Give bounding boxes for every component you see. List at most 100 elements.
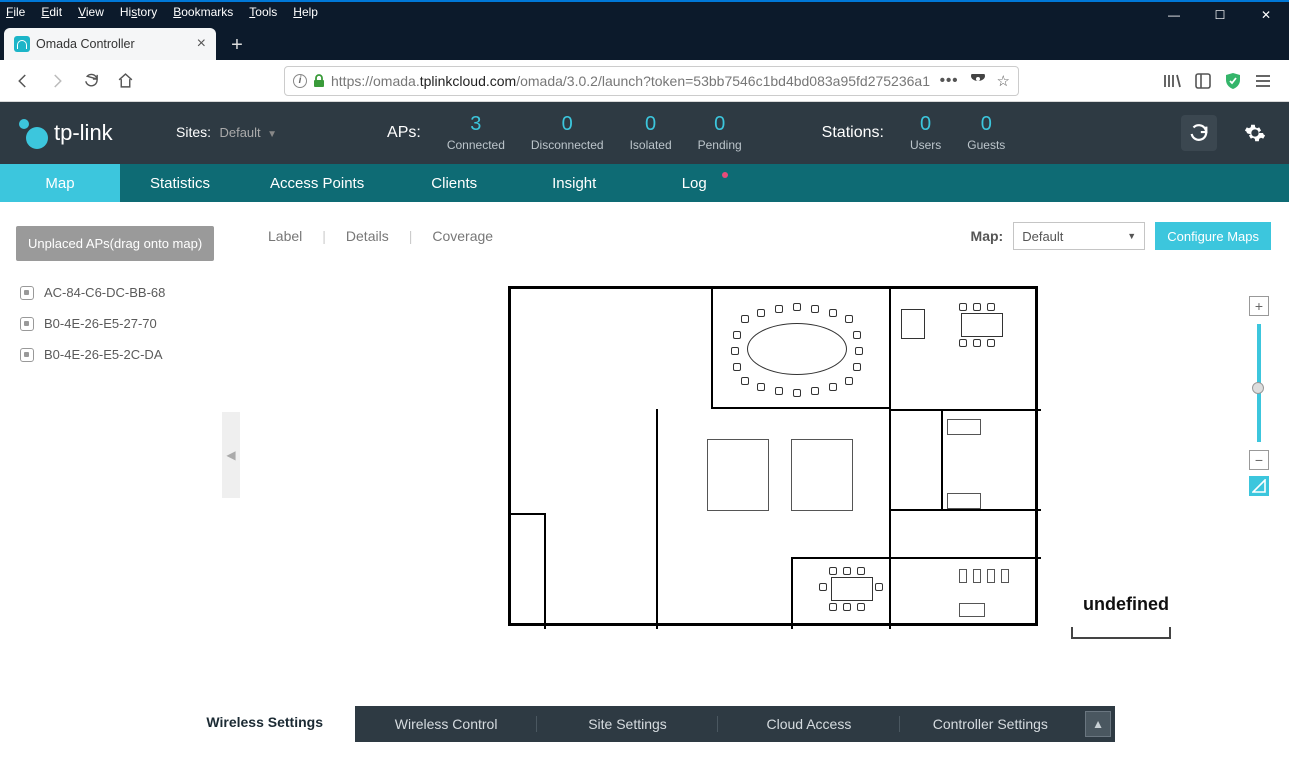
menu-tools[interactable]: Tools xyxy=(249,5,277,19)
menu-file[interactable]: File xyxy=(6,5,25,19)
footer-tab-wireless-control[interactable]: Wireless Control xyxy=(355,706,536,742)
nav-access-points[interactable]: Access Points xyxy=(240,164,394,202)
menu-edit[interactable]: Edit xyxy=(41,5,62,19)
ap-item[interactable]: B0-4E-26-E5-27-70 xyxy=(16,308,234,339)
zoom-in-button[interactable]: + xyxy=(1249,296,1269,316)
ap-item[interactable]: B0-4E-26-E5-2C-DA xyxy=(16,339,234,370)
map-main: Label | Details | Coverage Map: Default … xyxy=(250,202,1289,742)
sidebar-icon[interactable] xyxy=(1195,73,1211,89)
footer-expand-button[interactable]: ▲ xyxy=(1085,711,1111,737)
map-overlay-text: undefined xyxy=(1083,594,1169,615)
ap-icon xyxy=(20,348,34,362)
stat-guests[interactable]: 0Guests xyxy=(967,114,1005,152)
footer-tab-wireless-settings[interactable]: Wireless Settings xyxy=(174,702,355,742)
zoom-thumb[interactable] xyxy=(1252,382,1264,394)
menu-view[interactable]: View xyxy=(78,5,104,19)
map-select[interactable]: Default ▼ xyxy=(1013,222,1145,250)
scale-toggle[interactable] xyxy=(1249,476,1269,496)
nav-statistics[interactable]: Statistics xyxy=(120,164,240,202)
zoom-out-button[interactable]: − xyxy=(1249,450,1269,470)
ap-stats: APs: 3Connected 0Disconnected 0Isolated … xyxy=(387,114,742,152)
view-label[interactable]: Label xyxy=(268,228,302,244)
unplaced-aps-header: Unplaced APs(drag onto map) xyxy=(16,226,214,261)
floorplan[interactable]: undefined xyxy=(508,286,1038,626)
lock-icon xyxy=(313,74,325,88)
reader-icon[interactable] xyxy=(969,74,987,88)
ap-sidebar: Unplaced APs(drag onto map) AC-84-C6-DC-… xyxy=(0,202,250,742)
nav-insight[interactable]: Insight xyxy=(514,164,634,202)
stat-pending[interactable]: 0Pending xyxy=(698,114,742,152)
browser-menubar: File Edit View History Bookmarks Tools H… xyxy=(0,0,1289,22)
library-icon[interactable] xyxy=(1163,73,1181,89)
settings-button[interactable] xyxy=(1237,115,1273,151)
menu-icon[interactable] xyxy=(1255,74,1271,88)
ap-icon xyxy=(20,286,34,300)
main-nav: Map Statistics Access Points Clients Ins… xyxy=(0,164,1289,202)
close-icon[interactable]: × xyxy=(197,35,206,53)
bookmark-star-icon[interactable]: ☆ xyxy=(997,72,1010,90)
tab-title: Omada Controller xyxy=(36,37,191,51)
shield-icon[interactable] xyxy=(1225,72,1241,90)
browser-tabstrip: ― ☐ ✕ Omada Controller × + xyxy=(0,22,1289,60)
sidebar-collapse[interactable]: ◀ xyxy=(222,412,240,498)
tplink-icon xyxy=(16,117,48,149)
brand-text: tp-link xyxy=(54,120,113,146)
view-details[interactable]: Details xyxy=(346,228,389,244)
footer-tab-cloud-access[interactable]: Cloud Access xyxy=(718,706,899,742)
sites-value: Default xyxy=(219,125,260,140)
view-coverage[interactable]: Coverage xyxy=(432,228,493,244)
window-close[interactable]: ✕ xyxy=(1243,0,1289,30)
configure-maps-button[interactable]: Configure Maps xyxy=(1155,222,1271,250)
back-button[interactable] xyxy=(8,66,38,96)
zoom-controls: + − xyxy=(1247,296,1271,496)
aps-label: APs: xyxy=(387,124,421,142)
brand-logo: tp-link xyxy=(16,117,156,149)
zoom-slider[interactable] xyxy=(1257,324,1261,442)
stat-connected[interactable]: 3Connected xyxy=(447,114,505,152)
more-icon[interactable]: ••• xyxy=(940,72,959,89)
page-body: Unplaced APs(drag onto map) AC-84-C6-DC-… xyxy=(0,202,1289,742)
new-tab-button[interactable]: + xyxy=(222,30,252,60)
app-header: tp-link Sites: Default ▼ APs: 3Connected… xyxy=(0,102,1289,164)
ap-item[interactable]: AC-84-C6-DC-BB-68 xyxy=(16,277,234,308)
map-toolbar: Label | Details | Coverage Map: Default … xyxy=(268,222,1271,250)
nav-log[interactable]: Log xyxy=(634,164,754,202)
forward-button[interactable] xyxy=(42,66,72,96)
url-input[interactable]: i https://omada.tplinkcloud.com/omada/3.… xyxy=(284,66,1019,96)
stations-label: Stations: xyxy=(822,124,884,142)
url-text: https://omada.tplinkcloud.com/omada/3.0.… xyxy=(331,73,934,89)
chevron-down-icon: ▼ xyxy=(267,129,277,140)
footer-tab-site-settings[interactable]: Site Settings xyxy=(537,706,718,742)
home-button[interactable] xyxy=(110,66,140,96)
sites-selector[interactable]: Sites: Default ▼ xyxy=(176,124,277,142)
window-minimize[interactable]: ― xyxy=(1151,0,1197,30)
chevron-down-icon: ▼ xyxy=(1127,231,1136,241)
menu-history[interactable]: History xyxy=(120,5,157,19)
nav-clients[interactable]: Clients xyxy=(394,164,514,202)
browser-tab[interactable]: Omada Controller × xyxy=(4,28,216,60)
menu-bookmarks[interactable]: Bookmarks xyxy=(173,5,233,19)
footer-tabs: Wireless Settings Wireless Control Site … xyxy=(174,706,1115,742)
window-controls: ― ☐ ✕ xyxy=(1151,0,1289,30)
footer-tab-controller-settings[interactable]: Controller Settings xyxy=(900,706,1081,742)
station-stats: Stations: 0Users 0Guests xyxy=(822,114,1006,152)
reload-button[interactable] xyxy=(76,66,106,96)
info-icon[interactable]: i xyxy=(293,74,307,88)
toolbar-right xyxy=(1163,72,1281,90)
stat-isolated[interactable]: 0Isolated xyxy=(630,114,672,152)
view-options: Label | Details | Coverage xyxy=(268,228,493,244)
wifi-icon xyxy=(14,36,30,52)
ap-icon xyxy=(20,317,34,331)
browser-toolbar: i https://omada.tplinkcloud.com/omada/3.… xyxy=(0,60,1289,102)
map-label: Map: xyxy=(971,228,1004,244)
stat-users[interactable]: 0Users xyxy=(910,114,941,152)
nav-map[interactable]: Map xyxy=(0,164,120,202)
ap-list: AC-84-C6-DC-BB-68 B0-4E-26-E5-27-70 B0-4… xyxy=(16,277,234,370)
window-maximize[interactable]: ☐ xyxy=(1197,0,1243,30)
map-controls: Map: Default ▼ Configure Maps xyxy=(971,222,1271,250)
stat-disconnected[interactable]: 0Disconnected xyxy=(531,114,604,152)
scale-indicator xyxy=(1071,627,1171,639)
refresh-button[interactable] xyxy=(1181,115,1217,151)
menu-help[interactable]: Help xyxy=(293,5,318,19)
map-canvas[interactable]: undefined + − xyxy=(268,276,1271,716)
